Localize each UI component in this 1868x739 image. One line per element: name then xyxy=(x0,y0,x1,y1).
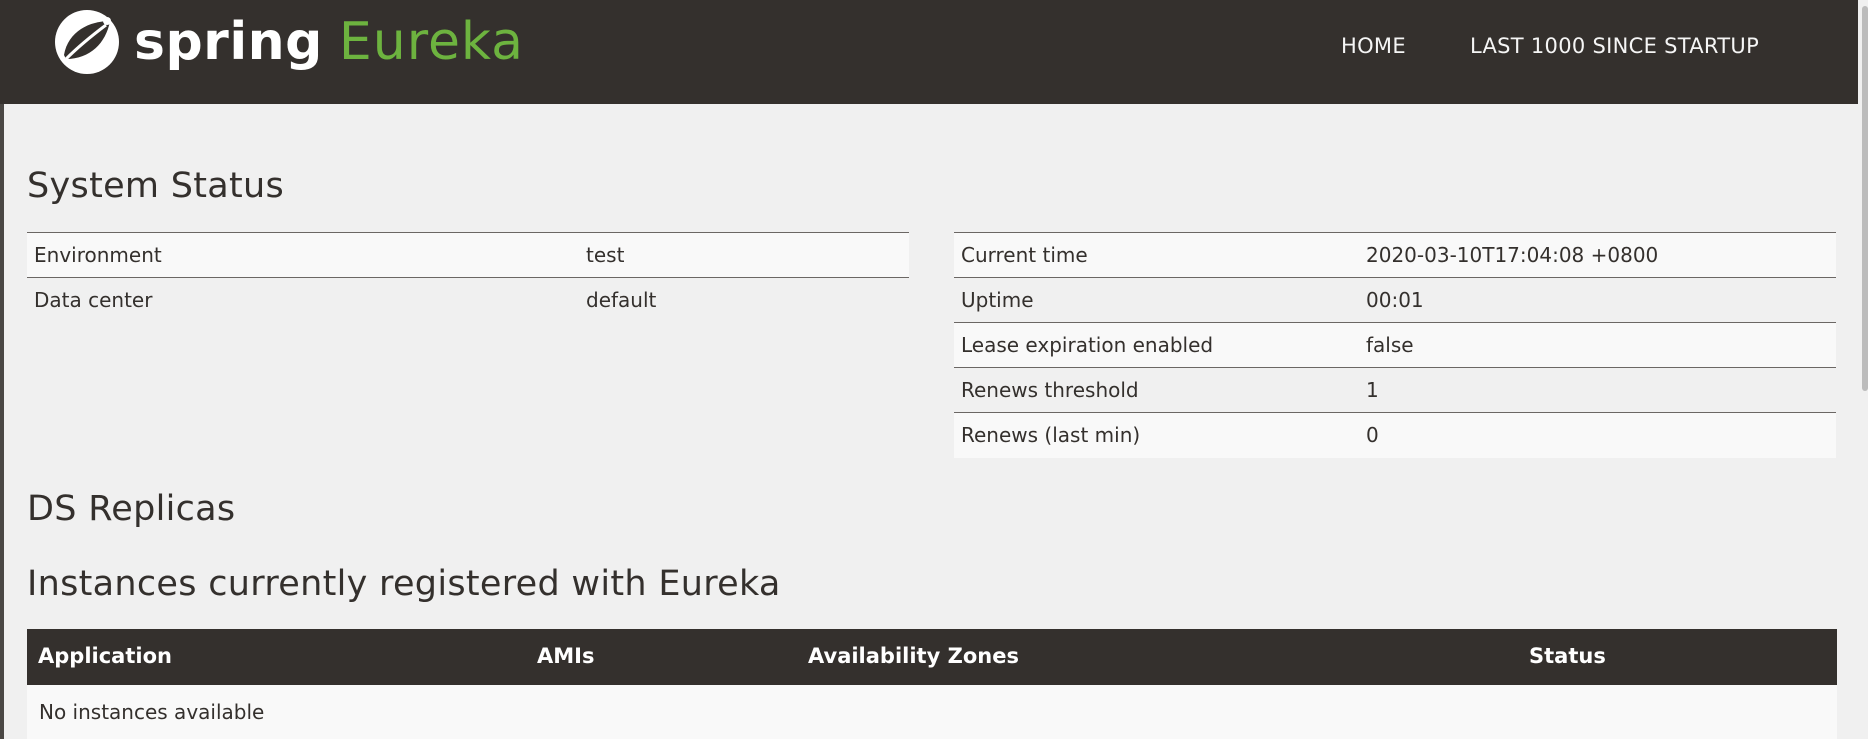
brand-logo[interactable]: spring Eureka xyxy=(52,6,524,78)
column-header-availability-zones: Availability Zones xyxy=(808,644,1019,668)
table-row: Renews threshold 1 xyxy=(954,367,1836,413)
table-row: Uptime 00:01 xyxy=(954,277,1836,323)
row-value: 2020-03-10T17:04:08 +0800 xyxy=(1359,232,1836,278)
instances-heading: Instances currently registered with Eure… xyxy=(27,564,781,604)
table-row: Lease expiration enabled false xyxy=(954,322,1836,368)
table-row: Environment test xyxy=(27,232,909,278)
table-row: Renews (last min) 0 xyxy=(954,412,1836,458)
nav-home-link[interactable]: HOME xyxy=(1341,34,1406,58)
instances-table-header: Application AMIs Availability Zones Stat… xyxy=(27,629,1837,685)
column-header-status: Status xyxy=(1529,644,1606,668)
empty-message: No instances available xyxy=(39,700,265,724)
row-label: Lease expiration enabled xyxy=(954,322,1359,368)
system-status-heading: System Status xyxy=(27,166,285,206)
row-label: Current time xyxy=(954,232,1359,278)
table-row: Data center default xyxy=(27,277,909,323)
spring-leaf-icon xyxy=(55,10,119,74)
ds-replicas-heading: DS Replicas xyxy=(27,489,236,529)
row-label: Renews (last min) xyxy=(954,412,1359,458)
nav-last-1000-link[interactable]: LAST 1000 SINCE STARTUP xyxy=(1470,34,1759,58)
row-value: default xyxy=(579,277,909,323)
table-row: Current time 2020-03-10T17:04:08 +0800 xyxy=(954,232,1836,278)
row-label: Environment xyxy=(27,232,579,278)
row-value: 00:01 xyxy=(1359,277,1836,323)
row-value: test xyxy=(579,232,909,278)
row-value: 1 xyxy=(1359,367,1836,413)
navbar: spring Eureka HOME LAST 1000 SINCE START… xyxy=(0,0,1858,104)
window-left-edge xyxy=(0,0,4,739)
scrollbar-thumb[interactable] xyxy=(1862,6,1868,391)
column-header-application: Application xyxy=(38,644,172,668)
row-label: Renews threshold xyxy=(954,367,1359,413)
row-value: 0 xyxy=(1359,412,1836,458)
column-header-amis: AMIs xyxy=(537,644,595,668)
system-status-left-table: Environment test Data center default xyxy=(27,232,909,323)
row-value: false xyxy=(1359,322,1836,368)
row-label: Uptime xyxy=(954,277,1359,323)
brand-spring-text: spring xyxy=(134,12,323,72)
instances-empty-row: No instances available xyxy=(27,685,1837,739)
system-status-right-table: Current time 2020-03-10T17:04:08 +0800 U… xyxy=(954,232,1836,458)
row-label: Data center xyxy=(27,277,579,323)
brand-eureka-text: Eureka xyxy=(338,12,524,72)
